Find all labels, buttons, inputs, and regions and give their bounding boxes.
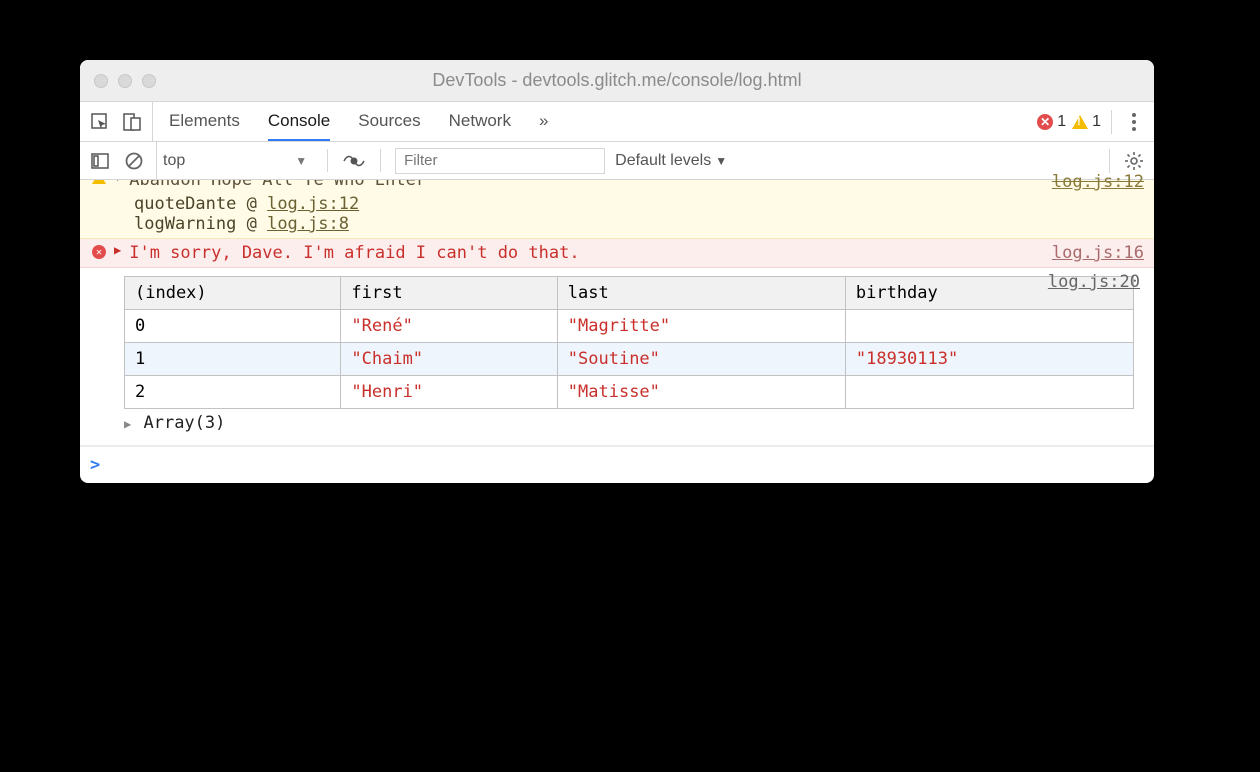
minimize-window-button[interactable] — [118, 74, 132, 88]
execution-context-select[interactable]: top ▼ — [156, 142, 313, 179]
warning-icon — [92, 180, 106, 184]
devtools-window: DevTools - devtools.glitch.me/console/lo… — [80, 60, 1154, 483]
log-levels-select[interactable]: Default levels ▼ — [615, 152, 727, 170]
filter-input[interactable] — [395, 148, 605, 174]
table-row: 2 "Henri" "Matisse" — [125, 376, 1134, 409]
chevron-down-icon: ▼ — [715, 154, 727, 168]
tabs-overflow[interactable]: » — [539, 102, 548, 141]
console-toolbar: top ▼ Default levels ▼ — [80, 142, 1154, 180]
console-settings-icon[interactable] — [1122, 149, 1146, 173]
expand-toggle[interactable] — [114, 180, 121, 184]
console-table: (index) first last birthday 0 "René" "Ma… — [124, 276, 1134, 409]
col-index[interactable]: (index) — [125, 277, 341, 310]
zoom-window-button[interactable] — [142, 74, 156, 88]
tab-elements[interactable]: Elements — [169, 102, 240, 141]
console-sidebar-toggle-icon[interactable] — [88, 149, 112, 173]
titlebar: DevTools - devtools.glitch.me/console/lo… — [80, 60, 1154, 102]
tabbar: Elements Console Sources Network » ✕ 1 1 — [80, 102, 1154, 142]
col-first[interactable]: first — [341, 277, 557, 310]
live-expression-icon[interactable] — [342, 149, 366, 173]
prompt-chevron-icon: > — [90, 455, 100, 475]
array-summary[interactable]: Array(3) — [124, 409, 1144, 439]
levels-label: Default levels — [615, 152, 711, 170]
panel-tabs: Elements Console Sources Network » — [153, 102, 548, 141]
stack-frame: logWarning @ log.js:8 — [128, 214, 1046, 234]
error-icon: ✕ — [92, 245, 106, 259]
source-link[interactable]: log.js:16 — [1052, 243, 1144, 263]
settings-menu-button[interactable] — [1122, 109, 1146, 135]
error-message-text: I'm sorry, Dave. I'm afraid I can't do t… — [129, 243, 1046, 263]
error-icon: ✕ — [1037, 114, 1053, 130]
console-log-pane: Abandon Hope All Ye Who Enter quoteDante… — [80, 180, 1154, 483]
stack-frame: quoteDante @ log.js:12 — [128, 194, 1046, 214]
traffic-lights — [80, 74, 156, 88]
inspect-element-icon[interactable] — [88, 110, 112, 134]
tabbar-right: ✕ 1 1 — [1037, 102, 1154, 141]
tab-console[interactable]: Console — [268, 102, 330, 141]
device-toolbar-icon[interactable] — [120, 110, 144, 134]
close-window-button[interactable] — [94, 74, 108, 88]
console-message-error[interactable]: ✕ I'm sorry, Dave. I'm afraid I can't do… — [80, 239, 1154, 268]
col-last[interactable]: last — [557, 277, 845, 310]
error-count: 1 — [1057, 113, 1066, 131]
table-header-row: (index) first last birthday — [125, 277, 1134, 310]
console-prompt[interactable]: > — [80, 446, 1154, 483]
warning-message-text: Abandon Hope All Ye Who Enter — [129, 180, 426, 190]
source-link[interactable]: log.js:12 — [267, 194, 359, 214]
window-title: DevTools - devtools.glitch.me/console/lo… — [80, 70, 1154, 91]
table-row: 1 "Chaim" "Soutine" "18930113" — [125, 343, 1134, 376]
error-counter[interactable]: ✕ 1 — [1037, 113, 1066, 131]
console-message-table[interactable]: log.js:20 (index) first last birthday 0 … — [80, 268, 1154, 446]
expand-toggle[interactable] — [124, 417, 131, 431]
stack-fn: quoteDante — [134, 194, 236, 214]
tabbar-left-tools — [80, 102, 153, 141]
source-link[interactable]: log.js:12 — [1052, 172, 1144, 192]
tab-sources[interactable]: Sources — [358, 102, 420, 141]
console-message-warning[interactable]: Abandon Hope All Ye Who Enter quoteDante… — [80, 180, 1154, 239]
warning-counter[interactable]: 1 — [1072, 113, 1101, 131]
source-link[interactable]: log.js:8 — [267, 214, 349, 234]
stack-fn: logWarning — [134, 214, 236, 234]
context-label: top — [163, 152, 185, 170]
prompt-input[interactable] — [108, 455, 1144, 475]
tab-network[interactable]: Network — [449, 102, 511, 141]
clear-console-icon[interactable] — [122, 149, 146, 173]
array-summary-label: Array(3) — [143, 413, 225, 433]
expand-toggle[interactable] — [114, 243, 121, 257]
chevron-down-icon: ▼ — [295, 154, 307, 168]
warning-icon — [1072, 115, 1088, 129]
table-row: 0 "René" "Magritte" — [125, 310, 1134, 343]
source-link[interactable]: log.js:20 — [1048, 272, 1140, 292]
warning-count: 1 — [1092, 113, 1101, 131]
